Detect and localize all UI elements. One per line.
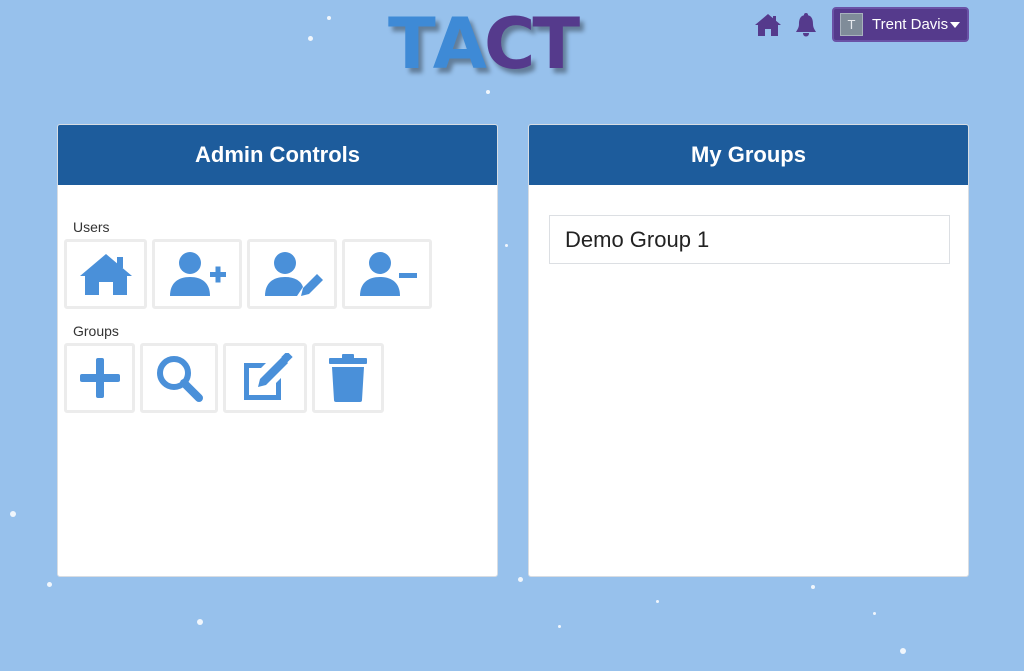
background-dot [656, 600, 659, 603]
logo-letter: T [388, 3, 436, 85]
home-icon [79, 254, 132, 295]
plus-icon [79, 358, 120, 398]
background-dot [505, 244, 508, 247]
add-group-button[interactable] [64, 343, 135, 413]
users-section-label: Users [73, 219, 110, 235]
my-groups-panel: My Groups Demo Group 1 [528, 124, 969, 577]
add-user-button[interactable] [152, 239, 242, 309]
search-icon [157, 356, 203, 402]
search-group-button[interactable] [140, 343, 218, 413]
logo-letter: A [432, 3, 487, 85]
background-dot [47, 582, 52, 587]
tact-logo: T A C T [388, 6, 638, 82]
avatar: T [840, 13, 863, 36]
background-dot [308, 36, 313, 41]
background-dot [558, 625, 561, 628]
user-menu-button[interactable]: T Trent Davis [832, 7, 969, 42]
admin-controls-title: Admin Controls [58, 125, 497, 185]
trash-icon [329, 354, 367, 402]
background-dot [486, 90, 490, 94]
background-dot [873, 612, 876, 615]
background-dot [327, 16, 331, 20]
remove-user-button[interactable] [342, 239, 432, 309]
logo-letter: C [483, 3, 535, 85]
user-minus-icon [360, 252, 417, 296]
bell-icon[interactable] [794, 12, 818, 38]
background-dot [10, 511, 16, 517]
edit-group-button[interactable] [223, 343, 307, 413]
delete-group-button[interactable] [312, 343, 384, 413]
background-dot [900, 648, 906, 654]
admin-controls-panel: Admin Controls Users Groups [57, 124, 498, 577]
home-icon[interactable] [754, 12, 782, 38]
list-item[interactable]: Demo Group 1 [549, 215, 950, 264]
user-name: Trent Davis [872, 16, 949, 33]
edit-icon [244, 353, 293, 400]
user-edit-icon [265, 252, 323, 296]
user-plus-icon [170, 252, 226, 296]
users-home-button[interactable] [64, 239, 147, 309]
edit-user-button[interactable] [247, 239, 337, 309]
logo-letter: T [532, 3, 580, 85]
background-dot [518, 577, 523, 582]
background-dot [197, 619, 203, 625]
my-groups-title: My Groups [529, 125, 968, 185]
groups-section-label: Groups [73, 323, 119, 339]
background-dot [811, 585, 815, 589]
caret-down-icon [950, 22, 960, 28]
